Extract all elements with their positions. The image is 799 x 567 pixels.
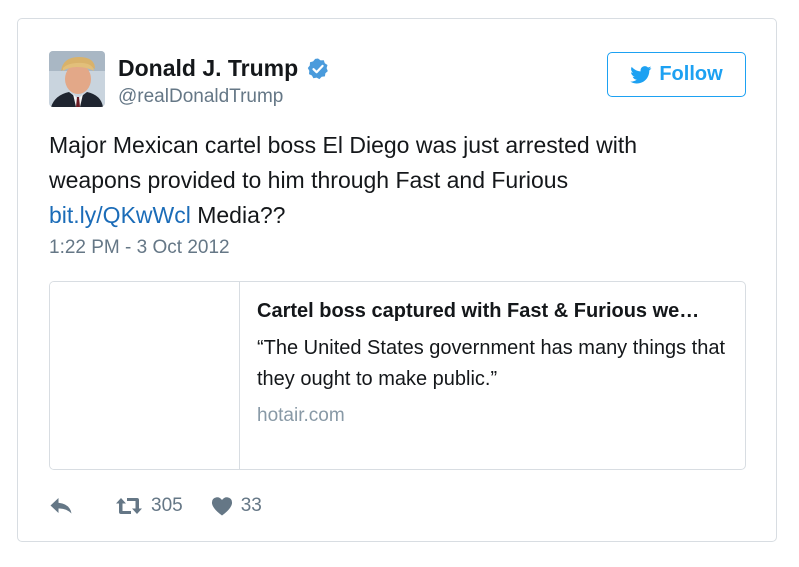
- link-card-domain: hotair.com: [257, 405, 345, 426]
- tweet-text-body: Major Mexican cartel boss El Diego was j…: [49, 132, 638, 193]
- tweet-actions: 305 33: [49, 492, 262, 520]
- tweet-text: Major Mexican cartel boss El Diego was j…: [49, 128, 729, 233]
- retweet-button[interactable]: 305: [115, 495, 183, 517]
- author-name-text[interactable]: Donald J. Trump: [118, 55, 298, 82]
- link-card-body: Cartel boss captured with Fast & Furious…: [240, 282, 745, 469]
- author-name[interactable]: Donald J. Trump: [118, 55, 330, 82]
- author-handle[interactable]: @realDonaldTrump: [118, 86, 283, 108]
- tweet-timestamp[interactable]: 1:22 PM - 3 Oct 2012: [49, 237, 230, 259]
- verified-badge-icon: [307, 58, 328, 79]
- like-count: 33: [240, 495, 262, 516]
- tweet-link[interactable]: bit.ly/QKwWcl: [49, 202, 191, 228]
- avatar-image: [49, 51, 105, 107]
- link-preview-card[interactable]: Cartel boss captured with Fast & Furious…: [49, 281, 746, 470]
- tweet-text-tail: Media??: [197, 202, 286, 228]
- reply-button[interactable]: [49, 497, 73, 515]
- retweet-count: 305: [151, 495, 183, 516]
- link-card-image: [50, 282, 240, 469]
- follow-button-label: Follow: [659, 63, 723, 85]
- tweet-card: Donald J. Trump @realDonaldTrump Follow …: [17, 18, 777, 542]
- heart-icon: [211, 497, 232, 516]
- link-card-description: “The United States government has many t…: [257, 337, 726, 390]
- like-button[interactable]: 33: [211, 495, 262, 517]
- retweet-icon: [116, 498, 142, 514]
- link-card-title: Cartel boss captured with Fast & Furious…: [257, 300, 700, 322]
- reply-icon: [50, 498, 72, 514]
- twitter-bird-icon: [630, 65, 652, 83]
- avatar[interactable]: [49, 51, 105, 107]
- follow-button[interactable]: Follow: [607, 52, 746, 97]
